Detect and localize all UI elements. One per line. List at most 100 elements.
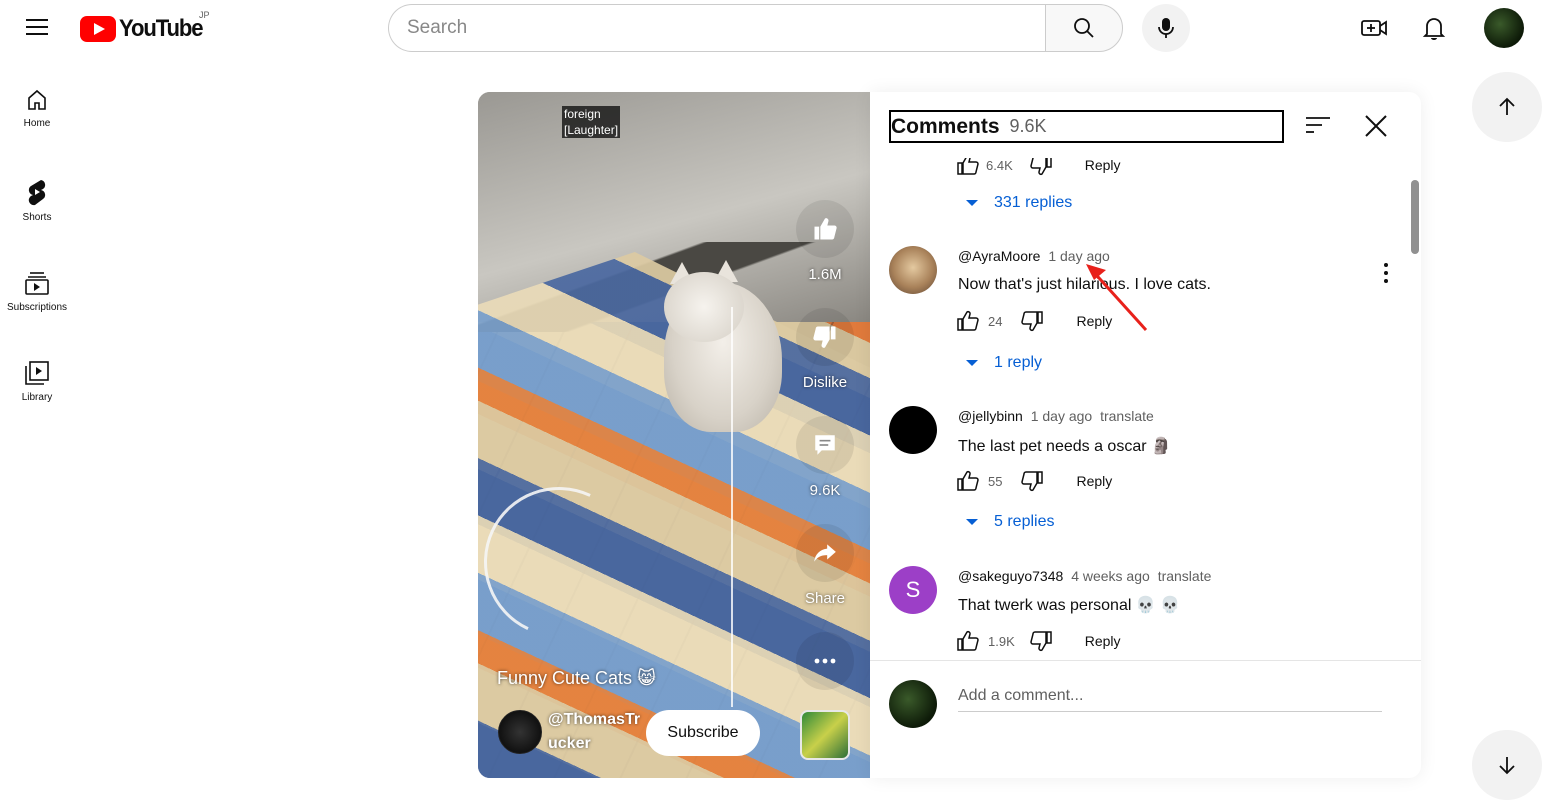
- channel-avatar[interactable]: [498, 710, 542, 754]
- like-count: 6.4K: [986, 158, 1013, 173]
- comments-count: 9.6K: [1009, 116, 1047, 136]
- thumbs-down-outline-icon[interactable]: [1029, 158, 1053, 176]
- menu-button[interactable]: [22, 14, 54, 42]
- create-button[interactable]: [1354, 12, 1394, 44]
- comment-time[interactable]: 1 day ago: [1031, 408, 1093, 424]
- reply-button[interactable]: Reply: [1085, 633, 1121, 649]
- notifications-button[interactable]: [1414, 12, 1454, 44]
- caption-line: [Laughter]: [564, 123, 619, 137]
- like-button[interactable]: 1.6M: [796, 200, 854, 283]
- thumbs-up-outline-icon[interactable]: [956, 630, 980, 652]
- shorts-icon: [28, 180, 46, 206]
- comment-meta: @sakeguyo7348 4 weeks ago translate: [958, 568, 1211, 584]
- close-icon: [1365, 115, 1387, 137]
- search-icon: [1074, 18, 1094, 38]
- search-input[interactable]: [407, 17, 1046, 39]
- previous-short-button[interactable]: [1472, 72, 1542, 142]
- sidebar-item-library[interactable]: Library: [0, 360, 74, 403]
- comment-avatar[interactable]: [889, 246, 937, 294]
- reply-button[interactable]: Reply: [1085, 158, 1121, 173]
- thumbs-down-outline-icon[interactable]: [1020, 470, 1044, 492]
- youtube-logo[interactable]: YouTube JP: [80, 10, 210, 44]
- chevron-down-icon: [966, 360, 978, 366]
- comment-actions: 55 Reply: [956, 470, 1112, 492]
- search-box[interactable]: [388, 4, 1046, 52]
- logo-text: YouTube: [119, 15, 204, 42]
- thumbs-down-outline-icon[interactable]: [1029, 630, 1053, 652]
- comment-icon: [815, 435, 835, 455]
- youtube-play-icon: [80, 16, 116, 42]
- comment-meta: @jellybinn 1 day ago translate: [958, 408, 1154, 424]
- add-comment-input[interactable]: [958, 680, 1382, 712]
- more-actions-button[interactable]: [796, 632, 854, 690]
- comments-button[interactable]: 9.6K: [796, 416, 854, 499]
- reply-button[interactable]: Reply: [1076, 473, 1112, 489]
- subscribe-button[interactable]: Subscribe: [646, 710, 760, 756]
- chevron-down-icon: [966, 519, 978, 525]
- thumbs-up-outline-icon[interactable]: [956, 470, 980, 492]
- comment-avatar[interactable]: [889, 406, 937, 454]
- next-short-button[interactable]: [1472, 730, 1542, 800]
- replies-label: 1 reply: [994, 354, 1043, 371]
- translate-link[interactable]: translate: [1100, 408, 1154, 424]
- library-icon: [25, 361, 49, 385]
- sidebar-item-label: Home: [23, 118, 51, 129]
- thumbs-up-outline-icon[interactable]: [956, 158, 980, 176]
- sort-comments-button[interactable]: [1304, 114, 1334, 140]
- home-icon: [28, 89, 46, 110]
- arrow-up-icon: [1499, 97, 1515, 115]
- comment-author[interactable]: @sakeguyo7348: [958, 568, 1063, 584]
- create-video-icon: [1361, 20, 1387, 36]
- sidebar-item-shorts[interactable]: Shorts: [0, 178, 74, 223]
- mic-icon: [1158, 18, 1174, 38]
- menu-icon: [26, 19, 48, 21]
- like-count: 1.9K: [988, 633, 1015, 649]
- account-avatar[interactable]: [1484, 8, 1524, 48]
- search-button[interactable]: [1045, 4, 1123, 52]
- share-button[interactable]: Share: [796, 524, 854, 607]
- more-horizontal-icon: [814, 658, 836, 664]
- view-replies-button[interactable]: 5 replies: [966, 513, 1054, 531]
- comment-author[interactable]: @AyraMoore: [958, 248, 1040, 264]
- channel-name[interactable]: @ThomasTrucker: [548, 708, 648, 756]
- comment-time[interactable]: 4 weeks ago: [1071, 568, 1150, 584]
- sound-thumbnail[interactable]: [800, 710, 850, 760]
- comment-more-button[interactable]: [1376, 260, 1396, 286]
- thumbs-up-outline-icon[interactable]: [956, 310, 980, 332]
- divider: [870, 660, 1421, 661]
- captions: foreign [Laughter]: [562, 106, 621, 138]
- translate-link[interactable]: translate: [1158, 568, 1212, 584]
- thumbs-down-icon: [813, 326, 836, 348]
- comments-scrollbar[interactable]: [1411, 180, 1419, 254]
- comment-avatar[interactable]: S: [889, 566, 937, 614]
- subscriptions-icon: [25, 272, 49, 295]
- view-replies-button[interactable]: 331 replies: [966, 194, 1072, 212]
- shorts-video-player[interactable]: foreign [Laughter] 1.6M Dislike 9.6K Sha…: [478, 92, 870, 778]
- sidebar-item-subscriptions[interactable]: Subscriptions: [0, 270, 74, 313]
- comment-actions: 6.4K Reply: [956, 158, 1121, 176]
- comments-header: Comments 9.6K: [889, 110, 1284, 143]
- comment-text: The last pet needs a oscar 🗿: [958, 438, 1171, 455]
- voice-search-button[interactable]: [1142, 4, 1190, 52]
- caption-line: foreign: [564, 107, 601, 121]
- sort-icon: [1306, 117, 1330, 133]
- view-replies-button[interactable]: 1 reply: [966, 354, 1042, 372]
- like-count: 24: [988, 313, 1003, 329]
- current-user-avatar: [889, 680, 937, 728]
- thumbs-up-icon: [814, 218, 837, 240]
- top-bar: YouTube JP: [0, 0, 1547, 56]
- close-comments-button[interactable]: [1362, 112, 1392, 142]
- sidebar-item-home[interactable]: Home: [0, 88, 74, 129]
- comments-panel: Comments 9.6K 6.4K Reply 331 replies @Ay…: [870, 92, 1421, 778]
- comments-list[interactable]: 6.4K Reply 331 replies @AyraMoore 1 day …: [870, 158, 1421, 660]
- dislike-label: Dislike: [802, 374, 848, 391]
- more-vertical-icon: [1384, 263, 1388, 267]
- share-icon: [814, 544, 836, 562]
- bell-icon: [1422, 18, 1446, 40]
- sidebar-item-label: Library: [21, 392, 53, 403]
- replies-label: 5 replies: [994, 513, 1055, 530]
- comment-author[interactable]: @jellybinn: [958, 408, 1023, 424]
- dislike-button[interactable]: Dislike: [796, 308, 854, 391]
- annotation-arrow-icon: [1086, 264, 1148, 332]
- thumbs-down-outline-icon[interactable]: [1020, 310, 1044, 332]
